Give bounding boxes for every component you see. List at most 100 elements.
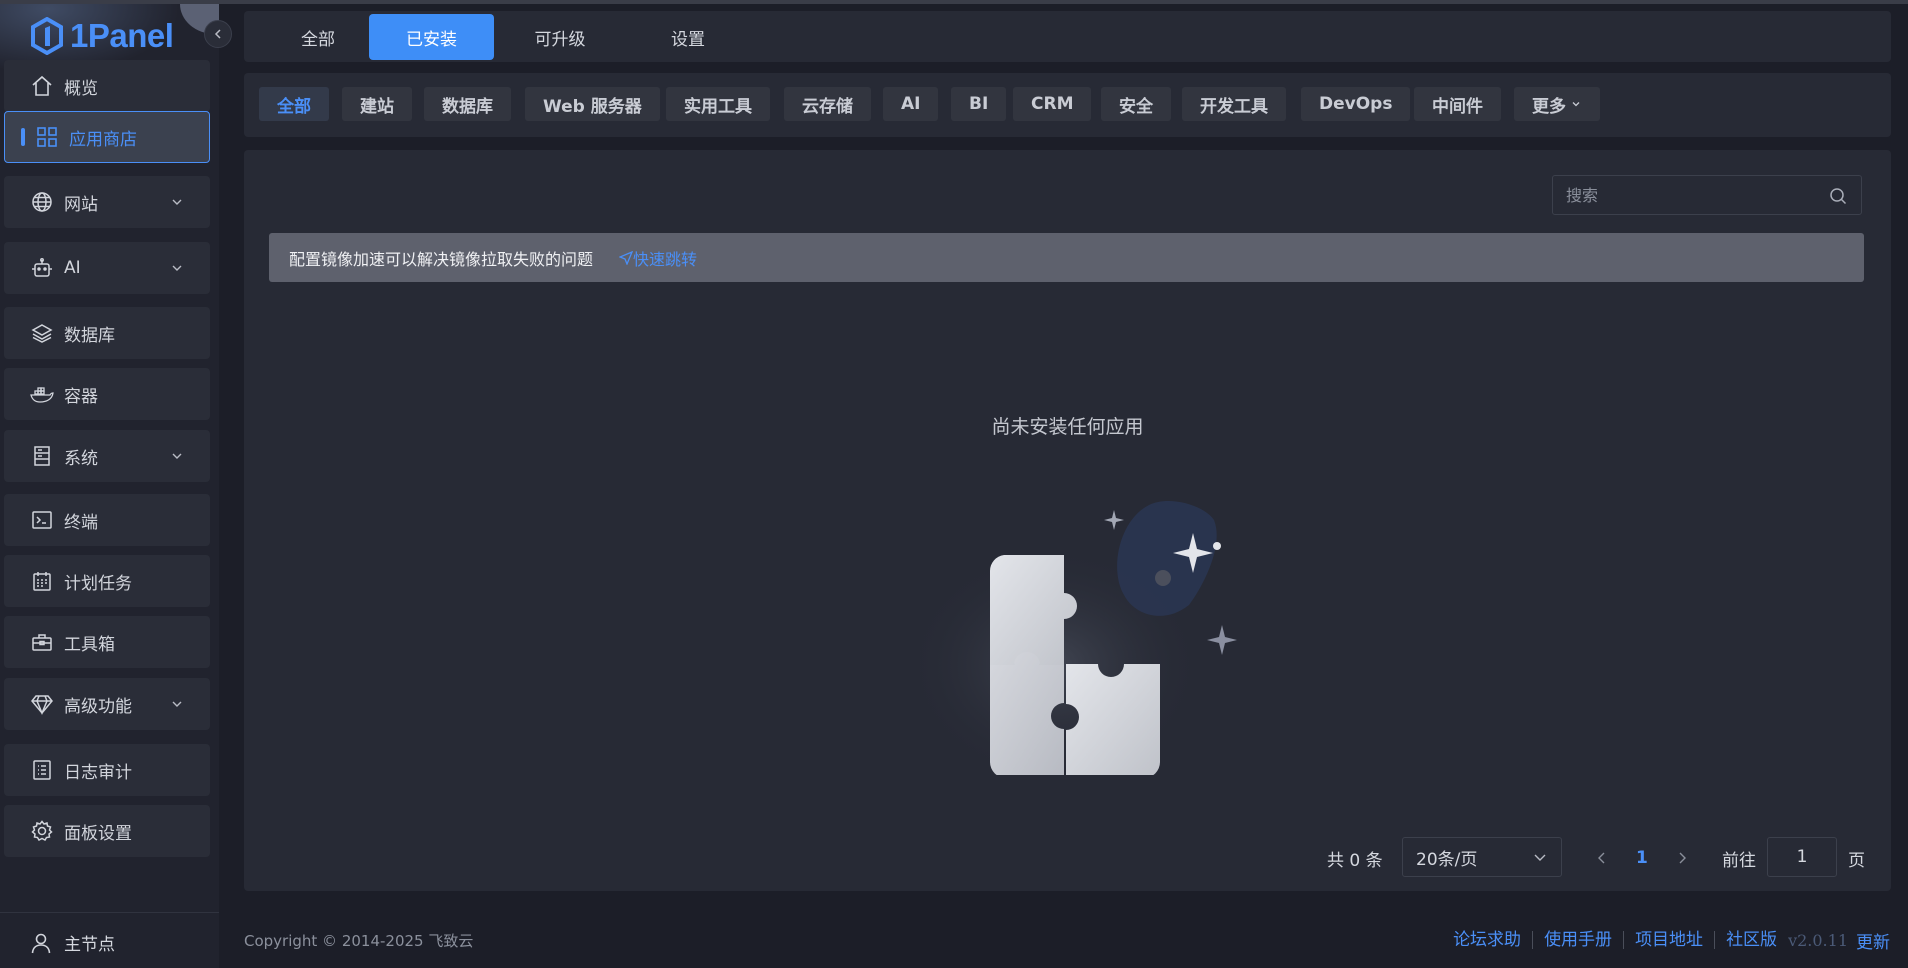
sidebar-item-label: AI (64, 258, 81, 278)
user-icon (30, 931, 54, 955)
tab-all[interactable]: 全部 (268, 14, 368, 60)
sidebar-item-log-audit[interactable]: 日志审计 (4, 744, 210, 796)
sidebar-item-label: 网站 (64, 194, 98, 215)
docker-icon (30, 382, 54, 406)
category-security[interactable]: 安全 (1101, 87, 1171, 121)
app-logo[interactable]: 1Panel (30, 16, 174, 56)
apps-grid-icon (35, 125, 59, 149)
layers-icon (30, 321, 54, 345)
user-manual-link[interactable]: 使用手册 (1532, 931, 1623, 949)
category-web-server[interactable]: Web 服务器 (525, 87, 660, 121)
quick-jump-label: 快速跳转 (633, 249, 698, 269)
diamond-icon (30, 692, 54, 716)
server-icon (30, 444, 54, 468)
category-database[interactable]: 数据库 (424, 87, 511, 121)
active-indicator (21, 128, 25, 146)
chevron-down-icon (172, 701, 182, 707)
installed-apps-panel: 配置镜像加速可以解决镜像拉取失败的问题 快速跳转 尚未安装任何应用 (244, 150, 1891, 891)
app-store-tabs: 全部 已安装 可升级 设置 (244, 11, 1891, 62)
log-icon (30, 758, 54, 782)
sidebar-item-label: 工具箱 (64, 634, 115, 655)
tab-installed[interactable]: 已安装 (369, 14, 494, 60)
sidebar-item-toolbox[interactable]: 工具箱 (4, 616, 210, 668)
sidebar-item-container[interactable]: 容器 (4, 368, 210, 420)
sidebar-item-label: 日志审计 (64, 762, 132, 783)
category-filter-bar: 全部 建站 数据库 Web 服务器 实用工具 云存储 AI BI CRM 安全 … (244, 73, 1891, 137)
category-more-dropdown[interactable]: 更多 (1514, 87, 1600, 121)
prev-page-button[interactable] (1596, 838, 1608, 878)
sidebar-item-overview[interactable]: 概览 (4, 60, 210, 112)
search-input[interactable] (1566, 185, 1816, 205)
category-dev-tools[interactable]: 开发工具 (1182, 87, 1286, 121)
update-link[interactable]: 更新 (1856, 928, 1890, 953)
sidebar-item-label: 系统 (64, 448, 98, 469)
project-address-link[interactable]: 项目地址 (1623, 931, 1714, 949)
category-bi[interactable]: BI (951, 87, 1007, 121)
category-more-label: 更多 (1532, 96, 1566, 117)
send-icon (619, 250, 634, 265)
notice-text: 配置镜像加速可以解决镜像拉取失败的问题 (289, 249, 594, 269)
sidebar-collapse-button[interactable] (204, 20, 232, 48)
search-icon[interactable] (1829, 187, 1847, 205)
sidebar-item-database[interactable]: 数据库 (4, 307, 210, 359)
calendar-icon (30, 569, 54, 593)
gear-icon (30, 819, 54, 843)
mirror-acceleration-notice: 配置镜像加速可以解决镜像拉取失败的问题 快速跳转 (269, 233, 1864, 282)
sidebar-item-label: 数据库 (64, 325, 115, 346)
version-text: v2.0.11 (1788, 930, 1848, 950)
category-utilities[interactable]: 实用工具 (666, 87, 770, 121)
tab-settings[interactable]: 设置 (626, 14, 750, 60)
page-suffix: 页 (1848, 850, 1865, 871)
goto-label: 前往 (1722, 850, 1756, 871)
sidebar-item-panel-settings[interactable]: 面板设置 (4, 805, 210, 857)
empty-puzzle-illustration (904, 500, 1237, 775)
chevron-down-icon (1534, 854, 1546, 861)
home-icon (30, 74, 54, 98)
category-ai[interactable]: AI (883, 87, 939, 121)
sidebar-item-terminal[interactable]: 终端 (4, 494, 210, 546)
goto-page-input[interactable] (1767, 837, 1837, 877)
category-devops[interactable]: DevOps (1301, 87, 1411, 121)
page-size-select[interactable]: 20条/页 (1402, 837, 1562, 877)
forum-help-link[interactable]: 论坛求助 (1442, 931, 1532, 949)
page-number-current[interactable]: 1 (1636, 838, 1648, 878)
next-page-button[interactable] (1676, 838, 1688, 878)
sidebar-item-label: 应用商店 (69, 129, 137, 150)
sidebar-item-label: 面板设置 (64, 823, 132, 844)
sidebar-item-system[interactable]: 系统 (4, 430, 210, 482)
sidebar-item-label: 计划任务 (64, 573, 132, 594)
chevron-down-icon (172, 199, 182, 205)
sidebar-item-cron[interactable]: 计划任务 (4, 555, 210, 607)
chevron-down-icon (172, 453, 182, 459)
terminal-icon (30, 508, 54, 532)
sidebar-item-label: 高级功能 (64, 696, 132, 717)
chevron-left-icon (214, 29, 221, 39)
sidebar-item-ai[interactable]: AI (4, 242, 210, 294)
sidebar-item-app-store[interactable]: 应用商店 (4, 111, 210, 163)
category-cloud-storage[interactable]: 云存储 (784, 87, 871, 121)
quick-jump-link[interactable]: 快速跳转 (619, 246, 697, 270)
copyright-text: Copyright © 2014-2025 飞致云 (244, 931, 474, 950)
pagination-total: 共 0 条 (1327, 850, 1383, 871)
chevron-down-icon (172, 265, 182, 271)
node-label: 主节点 (64, 935, 115, 955)
chevron-left-icon (1598, 852, 1605, 864)
sidebar: 1Panel 概览 应用商店 网站 AI 数据库 容器 系统 终端 计划任务 工… (0, 4, 219, 968)
category-crm[interactable]: CRM (1013, 87, 1092, 121)
node-switcher[interactable]: 主节点 (0, 912, 219, 968)
window-top-border (0, 0, 1908, 4)
logo-text: 1Panel (70, 17, 174, 54)
community-edition-link[interactable]: 社区版 (1714, 931, 1788, 949)
sidebar-item-label: 概览 (64, 78, 98, 99)
chevron-down-icon (1572, 102, 1580, 107)
sidebar-item-label: 终端 (64, 512, 98, 533)
page-size-value: 20条/页 (1416, 849, 1478, 870)
category-all[interactable]: 全部 (259, 87, 329, 121)
search-box (1552, 175, 1862, 215)
category-website[interactable]: 建站 (342, 87, 412, 121)
toolbox-icon (30, 630, 54, 654)
sidebar-item-advanced[interactable]: 高级功能 (4, 678, 210, 730)
sidebar-item-website[interactable]: 网站 (4, 176, 210, 228)
tab-upgradable[interactable]: 可升级 (500, 14, 620, 60)
category-middleware[interactable]: 中间件 (1414, 87, 1501, 121)
